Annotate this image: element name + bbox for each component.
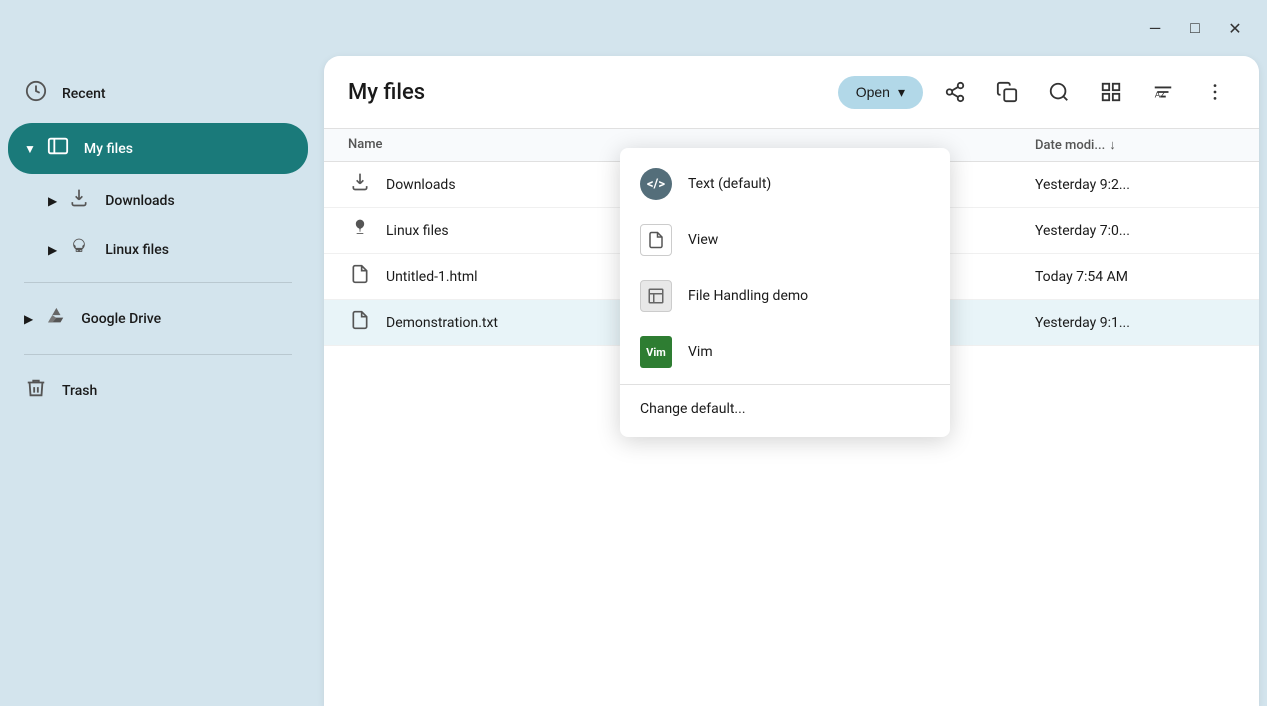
open-dropdown-menu: </> Text (default) View File Handling de… xyxy=(620,148,950,437)
search-button[interactable] xyxy=(1039,72,1079,112)
minimize-button[interactable]: — xyxy=(1139,12,1171,44)
open-button-label: Open xyxy=(856,84,890,100)
sidebar-item-recent[interactable]: Recent xyxy=(8,68,308,119)
file-handling-icon xyxy=(640,280,672,312)
sidebar-divider-2 xyxy=(24,354,292,355)
change-default-button[interactable]: Change default... xyxy=(620,389,950,429)
view-icon xyxy=(640,224,672,256)
vim-label: Vim xyxy=(688,344,713,360)
my-files-label: My files xyxy=(84,141,133,157)
file-date: Today 7:54 AM xyxy=(1035,269,1235,285)
downloads-chevron: ▶ xyxy=(48,194,57,208)
sidebar-item-google-drive[interactable]: ▶ Google Drive xyxy=(8,293,308,344)
linux-chevron: ▶ xyxy=(48,243,57,257)
sort-arrow-icon: ↓ xyxy=(1109,137,1116,153)
dropdown-item-vim[interactable]: Vim Vim xyxy=(620,324,950,380)
dropdown-item-text-default[interactable]: </> Text (default) xyxy=(620,156,950,212)
toolbar: My files Open ▾ xyxy=(324,56,1259,129)
linux-files-icon xyxy=(67,237,91,262)
text-default-icon: </> xyxy=(640,168,672,200)
file-date: Yesterday 7:0... xyxy=(1035,223,1235,239)
google-drive-chevron: ▶ xyxy=(24,312,33,326)
page-title: My files xyxy=(348,80,826,105)
text-default-label: Text (default) xyxy=(688,176,771,192)
dropdown-item-view[interactable]: View xyxy=(620,212,950,268)
file-handling-label: File Handling demo xyxy=(688,288,808,304)
sidebar-sub-downloads: ▶ Downloads xyxy=(8,178,308,223)
google-drive-label: Google Drive xyxy=(81,311,161,327)
trash-label: Trash xyxy=(62,383,97,399)
sidebar-item-downloads[interactable]: ▶ Downloads xyxy=(32,178,308,223)
titlebar: — □ ✕ xyxy=(0,0,1267,56)
downloads-file-icon xyxy=(348,172,372,197)
open-button[interactable]: Open ▾ xyxy=(838,76,923,109)
dropdown-item-file-handling-demo[interactable]: File Handling demo xyxy=(620,268,950,324)
dropdown-divider xyxy=(620,384,950,385)
more-options-button[interactable] xyxy=(1195,72,1235,112)
view-label: View xyxy=(688,232,718,248)
sort-button[interactable]: AZ xyxy=(1143,72,1183,112)
downloads-label: Downloads xyxy=(105,193,174,209)
my-files-chevron: ▼ xyxy=(24,142,36,156)
column-date[interactable]: Date modi... ↓ xyxy=(1035,137,1235,153)
sidebar-item-my-files[interactable]: ▼ My files xyxy=(8,123,308,174)
change-default-label: Change default... xyxy=(640,401,746,417)
txt-file-icon xyxy=(348,310,372,335)
file-date: Yesterday 9:2... xyxy=(1035,177,1235,193)
recent-icon xyxy=(24,80,48,107)
sidebar-divider-1 xyxy=(24,282,292,283)
file-date: Yesterday 9:1... xyxy=(1035,315,1235,331)
sidebar-sub-linux: ▶ Linux files xyxy=(8,227,308,272)
close-button[interactable]: ✕ xyxy=(1219,12,1251,44)
recent-label: Recent xyxy=(62,86,106,102)
sidebar-item-linux-files[interactable]: ▶ Linux files xyxy=(32,227,308,272)
grid-view-button[interactable] xyxy=(1091,72,1131,112)
svg-text:AZ: AZ xyxy=(1155,91,1166,100)
open-dropdown-arrow-icon: ▾ xyxy=(898,84,905,101)
maximize-button[interactable]: □ xyxy=(1179,12,1211,44)
linux-file-icon xyxy=(348,218,372,243)
sidebar-item-trash[interactable]: Trash xyxy=(8,365,308,416)
trash-icon xyxy=(24,377,48,404)
sidebar: Recent ▼ My files ▶ Dow xyxy=(0,56,316,706)
downloads-icon xyxy=(67,188,91,213)
copy-button[interactable] xyxy=(987,72,1027,112)
linux-files-label: Linux files xyxy=(105,242,169,258)
my-files-icon xyxy=(46,135,70,162)
vim-icon: Vim xyxy=(640,336,672,368)
google-drive-icon xyxy=(43,305,67,332)
html-file-icon xyxy=(348,264,372,289)
share-button[interactable] xyxy=(935,72,975,112)
